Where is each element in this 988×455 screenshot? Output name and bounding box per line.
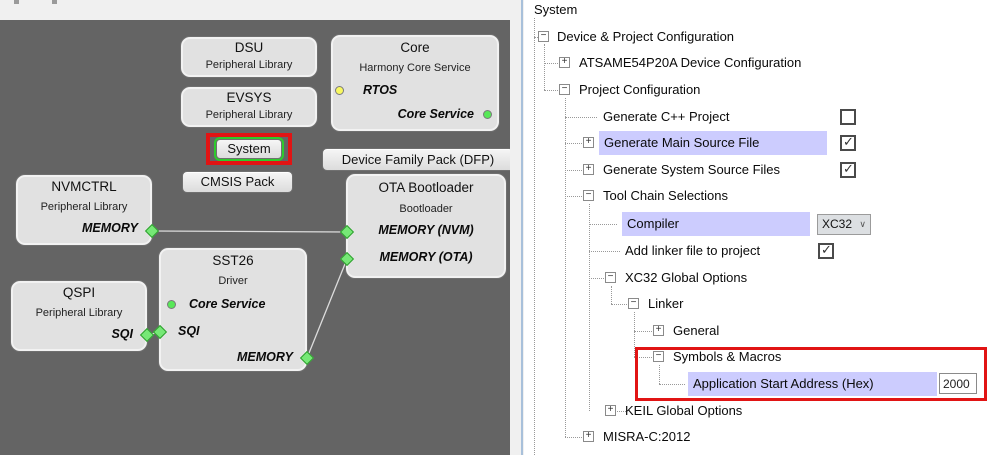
project-graph-canvas[interactable]: DSU Peripheral Library EVSYS Peripheral … [0,20,510,455]
tree-item-keil-global-options[interactable]: KEIL Global Options [625,399,742,423]
port-label-memory-nvm: MEMORY (NVM) [378,223,474,237]
block-subtitle: Driver [218,275,248,287]
tree-item-linker[interactable]: Linker [648,292,683,316]
compiler-dropdown-value: XC32 [822,217,853,231]
port-label-memory: MEMORY [81,221,138,235]
block-title: Core [400,40,430,55]
block-qspi[interactable]: QSPI Peripheral Library SQI [10,280,148,352]
tree-guide [589,204,590,411]
tree-guide [565,143,582,144]
tree-guide [534,18,535,455]
port-label-rtos: RTOS [363,83,398,97]
tree-guide [589,251,620,252]
system-button[interactable]: System [214,137,284,161]
block-subtitle: Harmony Core Service [359,62,471,74]
tree-item-project-configuration[interactable]: Project Configuration [579,78,700,102]
tree-item-misra-c-2012[interactable]: MISRA-C:2012 [603,425,690,449]
port-label-sqi: SQI [111,327,133,341]
tree-guide [589,278,604,279]
compiler-dropdown[interactable]: XC32 ∨ [817,214,871,235]
collapse-icon[interactable] [628,298,639,309]
checkbox-generate-main[interactable] [840,134,856,151]
tree-item-add-linker-file[interactable]: Add linker file to project [625,239,760,263]
block-ota-bootloader[interactable]: OTA Bootloader Bootloader MEMORY (NVM) M… [345,173,507,279]
block-nvmctrl[interactable]: NVMCTRL Peripheral Library MEMORY [15,174,153,246]
block-sst26[interactable]: SST26 Driver Core Service SQI MEMORY [158,247,308,372]
tree-guide [611,286,612,304]
tree-item-compiler[interactable]: Compiler [622,212,810,236]
block-core[interactable]: Core Harmony Core Service RTOS Core Serv… [330,34,500,132]
tree-guide [611,304,627,305]
block-subtitle: Bootloader [399,203,453,215]
collapse-icon[interactable] [583,190,594,201]
expand-icon[interactable] [583,431,594,442]
tree-guide [544,44,545,90]
block-subtitle: Peripheral Library [40,201,128,213]
tree-guide [565,98,566,437]
tree-guide [544,90,558,91]
tree-guide [565,437,582,438]
expand-icon[interactable] [559,57,570,68]
collapse-icon[interactable] [538,31,549,42]
expand-icon[interactable] [605,405,616,416]
block-subtitle: Peripheral Library [205,109,293,121]
port-label-memory-ota: MEMORY (OTA) [379,250,473,264]
port-label-core-service: Core Service [189,297,266,311]
block-title: SST26 [212,253,254,268]
tree-guide [544,63,558,64]
tree-item-generate-cpp-project[interactable]: Generate C++ Project [603,105,729,129]
checkbox-add-linker[interactable] [818,242,834,259]
block-subtitle: Peripheral Library [205,59,293,71]
port-label-core-service: Core Service [397,107,474,121]
toolbar-icon [52,0,57,4]
configuration-tree: System Device & Project Configuration AT… [524,0,988,455]
expand-icon[interactable] [653,325,664,336]
tree-item-generate-system-source-files[interactable]: Generate System Source Files [603,158,780,182]
toolbar-strip [0,0,524,20]
mplab-harmony-configurator: DSU Peripheral Library EVSYS Peripheral … [0,0,988,455]
system-annotation-rect: System [206,133,292,165]
panel-splitter[interactable] [521,0,523,455]
tree-item-tool-chain-selections[interactable]: Tool Chain Selections [603,184,728,208]
collapse-icon[interactable] [605,272,616,283]
tree-item-generate-main-source-file[interactable]: Generate Main Source File [599,131,827,155]
checkbox-generate-cpp[interactable] [840,109,856,125]
symbols-macros-annotation-rect [635,347,987,401]
status-dot-core-service [483,110,492,119]
expand-icon[interactable] [583,137,594,148]
tree-guide [565,117,597,118]
tree-item-general[interactable]: General [673,319,719,343]
tree-item-xc32-global-options[interactable]: XC32 Global Options [625,266,747,290]
block-title: EVSYS [226,90,272,105]
block-title: OTA Bootloader [378,180,474,195]
block-title: QSPI [62,285,96,300]
tree-guide [565,170,582,171]
block-evsys[interactable]: EVSYS Peripheral Library [180,86,318,128]
status-dot-rtos [335,86,344,95]
tree-item-device-configuration[interactable]: ATSAME54P20A Device Configuration [579,51,801,75]
block-title: NVMCTRL [51,179,117,194]
chevron-down-icon: ∨ [859,219,866,229]
block-dsu[interactable]: DSU Peripheral Library [180,36,318,78]
checkbox-generate-system[interactable] [840,161,856,178]
device-family-pack-button[interactable]: Device Family Pack (DFP) [322,148,510,171]
toolbar-icon [14,0,19,4]
tree-guide [589,224,617,225]
port-label-sqi: SQI [178,324,200,338]
block-title: DSU [234,40,264,55]
tree-guide [565,196,582,197]
cmsis-pack-button[interactable]: CMSIS Pack [182,171,293,193]
port-label-memory: MEMORY [236,350,293,364]
block-subtitle: Peripheral Library [35,307,123,319]
tree-item-system[interactable]: System [534,0,577,22]
expand-icon[interactable] [583,164,594,175]
tree-guide [634,331,652,332]
collapse-icon[interactable] [559,84,570,95]
tree-item-device-project-configuration[interactable]: Device & Project Configuration [557,25,734,49]
status-dot-sst26-core-service [167,300,176,309]
